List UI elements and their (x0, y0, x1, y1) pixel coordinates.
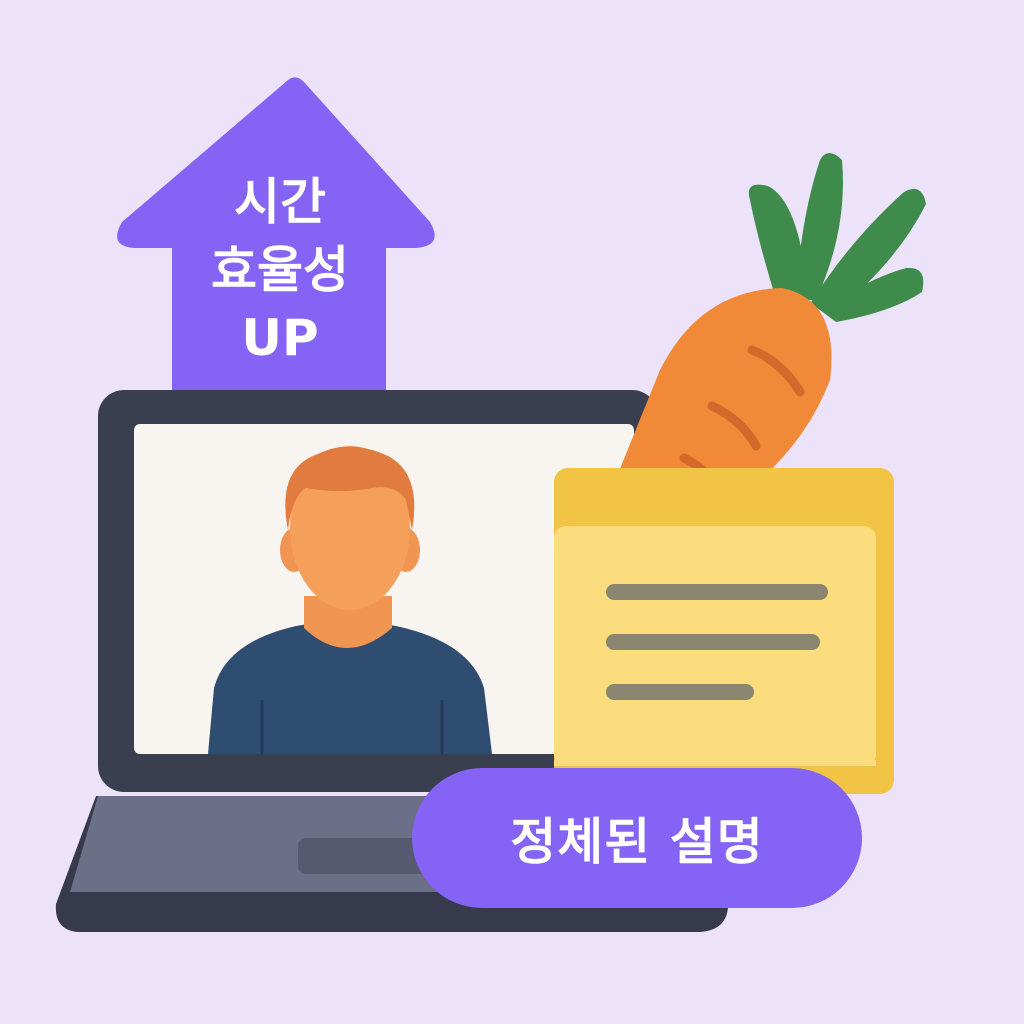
arrow-badge-line3: UP (241, 309, 319, 367)
arrow-badge-line1: 시간 (234, 173, 326, 231)
sticky-note-icon (554, 468, 894, 794)
bottom-badge: 정체된 설명 (412, 768, 862, 908)
bottom-badge-text: 정체된 설명 (510, 813, 764, 871)
arrow-badge-label: 시간 효율성 UP (150, 168, 410, 372)
illustration: 시간 효율성 UP 정체된 설명 (0, 0, 1024, 1024)
arrow-badge-line2: 효율성 (211, 241, 349, 299)
